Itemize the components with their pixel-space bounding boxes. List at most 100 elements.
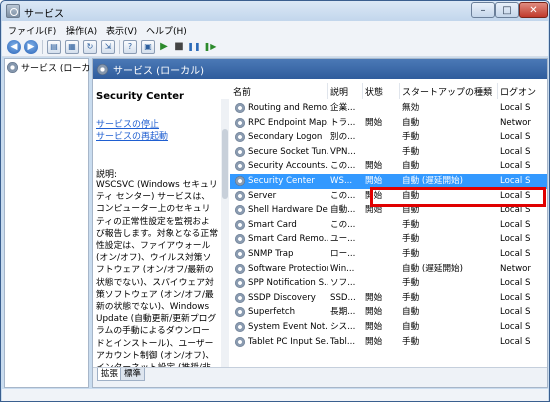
- gear-icon: [235, 307, 245, 318]
- table-cell-status: 開始: [365, 176, 383, 186]
- table-cell-status: [365, 101, 399, 116]
- close-button[interactable]: ✕: [519, 2, 548, 18]
- table-cell-name: Superfetch: [248, 307, 296, 318]
- table-row[interactable]: System Event Not... シス... 開始 自動 Local S: [230, 320, 547, 335]
- table-cell-logon: Local S: [500, 103, 531, 113]
- pause-service-icon[interactable]: ❚❚: [187, 40, 201, 54]
- table-cell-logon: Local S: [500, 176, 531, 186]
- table-cell-logon: Local S: [500, 234, 531, 245]
- gear-icon: [97, 63, 108, 75]
- menu-action[interactable]: 操作(A): [66, 24, 97, 37]
- table-cell-logon: Local S: [500, 336, 531, 347]
- column-label: スタートアップの種類: [402, 87, 493, 98]
- table-cell-startup: 自動 (遅延開始): [402, 176, 463, 186]
- table-row[interactable]: SPP Notification S... ソフ... 手動 Local S: [230, 276, 547, 291]
- table-cell-status: 開始: [365, 322, 383, 332]
- table-row[interactable]: Shell Hardware De... 自動... 開始 自動 Local S: [230, 203, 547, 218]
- table-cell-desc: ソフ...: [330, 278, 356, 289]
- table-cell-status: 開始: [365, 205, 383, 216]
- forward-arrow-icon[interactable]: ▶: [24, 40, 38, 54]
- menu-view[interactable]: 表示(V): [106, 24, 137, 37]
- table-cell-startup: 自動: [402, 117, 420, 128]
- table-cell-name: SSDP Discovery: [248, 292, 316, 303]
- scrollbar-thumb[interactable]: [222, 129, 228, 199]
- console-tree: サービス (ローカ: [4, 58, 90, 388]
- gear-icon: [7, 62, 18, 73]
- restart-service-icon[interactable]: ❚▶: [203, 40, 217, 54]
- refresh-icon[interactable]: ↻: [83, 40, 97, 54]
- table-cell-name: Secure Socket Tun...: [248, 146, 328, 157]
- table-row[interactable]: Tablet PC Input Se... Tabl... 開始 手動 Local S: [230, 335, 547, 350]
- table-cell-status: [365, 276, 399, 291]
- help-icon[interactable]: ?: [123, 40, 137, 54]
- menu-help[interactable]: ヘルプ(H): [146, 24, 187, 37]
- table-row[interactable]: SSDP Discovery SSD... 開始 手動 Local S: [230, 291, 547, 306]
- table-cell-status: 開始: [365, 307, 383, 318]
- gear-icon: [235, 190, 245, 201]
- table-row[interactable]: Software Protection Win... 自動 (遅延開始) Networ: [230, 262, 547, 277]
- description-scrollbar[interactable]: [221, 99, 229, 387]
- table-cell-name: Server: [248, 190, 277, 201]
- table-cell-desc: この...: [330, 190, 356, 201]
- table-cell-status: [365, 145, 399, 160]
- column-header-status[interactable]: 状態: [363, 83, 400, 99]
- table-cell-name: SNMP Trap: [248, 249, 294, 259]
- table-cell-name: System Event Not...: [248, 322, 328, 332]
- toolbar-separator: [42, 40, 43, 54]
- export-list-icon[interactable]: ⇲: [101, 40, 115, 54]
- menu-bar: ファイル(F) 操作(A) 表示(V) ヘルプ(H): [2, 21, 548, 37]
- restart-service-link[interactable]: サービスの再起動: [96, 129, 168, 142]
- pane-header: サービス (ローカル): [93, 59, 547, 79]
- table-cell-startup: 自動: [402, 161, 420, 172]
- table-row[interactable]: Security Center WS... 開始 自動 (遅延開始) Local S: [230, 174, 547, 189]
- title-bar[interactable]: サービス – □ ✕: [1, 1, 549, 21]
- minimize-button[interactable]: –: [471, 2, 495, 18]
- table-row[interactable]: Routing and Remo... 企業... 無効 Local S: [230, 101, 547, 116]
- column-header-name[interactable]: 名前: [233, 83, 328, 99]
- tab-standard[interactable]: 標準: [120, 368, 146, 381]
- back-arrow-icon[interactable]: ◀: [7, 40, 21, 54]
- gear-icon: [235, 249, 245, 259]
- services-window: サービス – □ ✕ ファイル(F) 操作(A) 表示(V) ヘルプ(H) ◀ …: [0, 0, 550, 402]
- maximize-button[interactable]: □: [495, 2, 519, 18]
- column-header-logon[interactable]: ログオン: [498, 83, 547, 99]
- gear-icon: [235, 219, 245, 230]
- table-cell-logon: Local S: [500, 146, 531, 157]
- table-cell-status: [365, 218, 399, 233]
- services-app-icon: [6, 4, 20, 18]
- window-title: サービス: [24, 9, 64, 20]
- table-row[interactable]: Smart Card この... 手動 Local S: [230, 218, 547, 233]
- table-row[interactable]: Superfetch 長期... 開始 自動 Local S: [230, 305, 547, 320]
- snapin-icon[interactable]: ▣: [141, 40, 155, 54]
- table-row[interactable]: RPC Endpoint Map... トラ... 開始 自動 Networ: [230, 116, 547, 131]
- table-row[interactable]: Smart Card Remo... ユー... 手動 Local S: [230, 232, 547, 247]
- table-row[interactable]: Secure Socket Tun... VPN... 手動 Local S: [230, 145, 547, 160]
- table-cell-desc: Tabl...: [330, 336, 356, 347]
- table-cell-desc: 長期...: [330, 307, 356, 318]
- table-cell-logon: Local S: [500, 190, 531, 201]
- menu-file[interactable]: ファイル(F): [8, 24, 56, 37]
- table-cell-startup: 手動: [402, 292, 420, 303]
- stop-service-icon[interactable]: ■: [172, 40, 186, 54]
- table-row[interactable]: Security Accounts... この... 開始 自動 Local S: [230, 159, 547, 174]
- table-row[interactable]: Server この... 開始 自動 Local S: [230, 189, 547, 204]
- table-row[interactable]: SNMP Trap ロー... 手動 Local S: [230, 247, 547, 262]
- column-header-startup[interactable]: スタートアップの種類: [400, 83, 498, 99]
- toolbar-separator: [119, 40, 120, 54]
- gear-icon: [235, 146, 245, 157]
- column-header-description[interactable]: 説明: [328, 83, 363, 99]
- column-label: 説明: [330, 87, 349, 98]
- table-cell-desc: WS...: [330, 176, 353, 186]
- table-cell-name: SPP Notification S...: [248, 278, 328, 289]
- table-cell-name: Secondary Logon: [248, 132, 323, 143]
- table-cell-desc: ロー...: [330, 249, 356, 259]
- gear-icon: [235, 263, 245, 274]
- properties-icon[interactable]: ▦: [65, 40, 79, 54]
- console-tree-icon[interactable]: ▤: [47, 40, 61, 54]
- start-service-icon[interactable]: ▶: [157, 40, 171, 54]
- gear-icon: [235, 336, 245, 347]
- table-row[interactable]: Secondary Logon 別の... 手動 Local S: [230, 130, 547, 145]
- table-cell-startup: 自動: [402, 307, 420, 318]
- tree-item-services-local[interactable]: サービス (ローカ: [7, 61, 90, 74]
- tab-extended[interactable]: 拡張: [97, 368, 123, 381]
